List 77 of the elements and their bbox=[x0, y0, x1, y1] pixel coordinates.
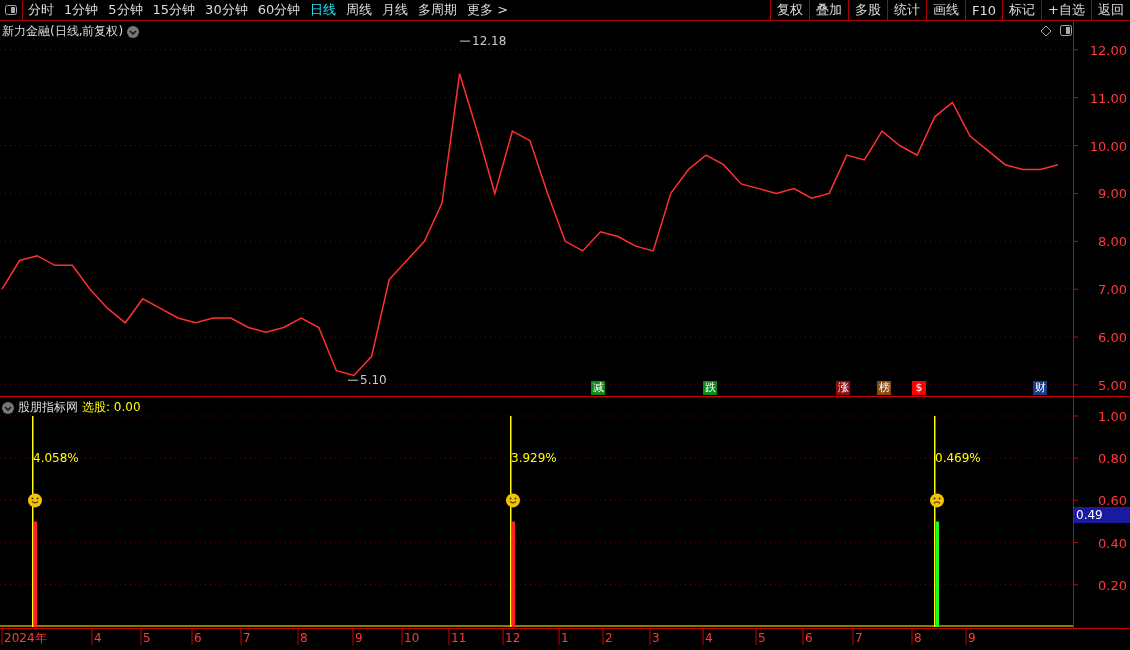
axis-label: 8.00 bbox=[1098, 234, 1127, 250]
axis-label: 11 bbox=[451, 631, 467, 645]
dropdown-icon[interactable] bbox=[2, 401, 14, 414]
event-tag[interactable]: 减 bbox=[591, 381, 605, 395]
dropdown-icon[interactable] bbox=[127, 25, 140, 38]
axis-label: 1.00 bbox=[1098, 409, 1127, 424]
axis-label: 8 bbox=[914, 631, 922, 645]
toolbar-button[interactable]: 标记 bbox=[1002, 0, 1042, 20]
event-tag[interactable]: 财 bbox=[1033, 381, 1047, 395]
leader-line bbox=[347, 379, 359, 381]
axis-label: 8 bbox=[300, 631, 308, 645]
axis-label: 6 bbox=[805, 631, 813, 645]
face-icon bbox=[28, 493, 42, 508]
price-label: 12.18 bbox=[472, 34, 507, 49]
diamond-icon[interactable] bbox=[1040, 25, 1052, 37]
axis-label: 7 bbox=[855, 631, 863, 645]
axis-label: 5 bbox=[143, 631, 151, 645]
axis-label: 11.00 bbox=[1089, 90, 1127, 106]
cursor-value: 0.49 bbox=[1074, 507, 1130, 523]
period-tab[interactable]: 更多 > bbox=[462, 0, 514, 20]
leader-line bbox=[459, 40, 471, 42]
axis-label: 9 bbox=[355, 631, 363, 645]
event-tag[interactable]: 跌 bbox=[703, 381, 717, 395]
price-label: 5.10 bbox=[360, 373, 387, 388]
axis-label: 9.00 bbox=[1098, 186, 1127, 202]
toolbar-button[interactable]: 叠加 bbox=[809, 0, 849, 20]
percent-label: 0.469% bbox=[935, 451, 981, 466]
toolbar-button[interactable]: 统计 bbox=[887, 0, 927, 20]
toolbar-button[interactable]: 画线 bbox=[926, 0, 966, 20]
axis-label: 9 bbox=[968, 631, 976, 645]
axis-label: 3 bbox=[652, 631, 660, 645]
period-tab[interactable]: 1分钟 bbox=[59, 0, 104, 20]
percent-label: 4.058% bbox=[33, 451, 79, 466]
percent-label: 3.929% bbox=[511, 451, 557, 466]
axis-label: 6.00 bbox=[1098, 330, 1127, 346]
face-icon bbox=[930, 493, 944, 508]
panel-icon bbox=[5, 4, 17, 15]
axis-label: 2024年 bbox=[4, 631, 47, 645]
axis-label: 2 bbox=[605, 631, 613, 645]
axis-label: 7 bbox=[243, 631, 251, 645]
toolbar-button[interactable]: 返回 bbox=[1091, 0, 1130, 20]
event-tag[interactable]: 涨 bbox=[836, 381, 850, 395]
axis-label: 0.80 bbox=[1098, 451, 1127, 467]
event-tag[interactable]: $ bbox=[912, 381, 926, 395]
axis-label: 6 bbox=[194, 631, 202, 645]
period-tab[interactable]: 月线 bbox=[377, 0, 414, 20]
axis-label: 5 bbox=[758, 631, 766, 645]
axis-label: 12 bbox=[505, 631, 521, 645]
toolbar-button[interactable]: 复权 bbox=[770, 0, 810, 20]
chart-title: 新力金融(日线,前复权) bbox=[2, 23, 124, 40]
toolbar-button[interactable]: 多股 bbox=[848, 0, 888, 20]
period-tab[interactable]: 周线 bbox=[341, 0, 378, 20]
axis-label: 12.00 bbox=[1089, 42, 1127, 58]
toolbar-button[interactable]: F10 bbox=[965, 0, 1003, 20]
period-tab[interactable]: 60分钟 bbox=[252, 0, 306, 20]
face-icon bbox=[506, 493, 520, 508]
indicator-readout: 选股: 0.00 bbox=[82, 399, 141, 416]
axis-label: 5.00 bbox=[1098, 378, 1127, 394]
axis-label: 1 bbox=[561, 631, 569, 645]
axis-label: 10 bbox=[404, 631, 420, 645]
period-tab[interactable]: 日线 bbox=[305, 0, 342, 20]
axis-label: 0.40 bbox=[1098, 535, 1127, 551]
toolbar-button[interactable]: +自选 bbox=[1041, 0, 1091, 20]
period-tab[interactable]: 5分钟 bbox=[103, 0, 148, 20]
period-tab[interactable]: 分时 bbox=[23, 0, 59, 20]
event-tag[interactable]: 榜 bbox=[877, 381, 891, 395]
panel-icon[interactable] bbox=[1060, 25, 1072, 36]
period-tab[interactable]: 15分钟 bbox=[147, 0, 201, 20]
axis-label: 4 bbox=[705, 631, 713, 645]
axis-label: 7.00 bbox=[1098, 282, 1127, 298]
indicator-title: 股朋指标网 bbox=[18, 399, 78, 416]
axis-label: 0.20 bbox=[1098, 577, 1127, 593]
axis-label: 10.00 bbox=[1089, 138, 1127, 154]
axis-label: 4 bbox=[94, 631, 102, 645]
period-tab[interactable]: 30分钟 bbox=[200, 0, 253, 20]
axis-label: 0.60 bbox=[1098, 493, 1127, 509]
period-tab[interactable]: 多周期 bbox=[413, 0, 463, 20]
